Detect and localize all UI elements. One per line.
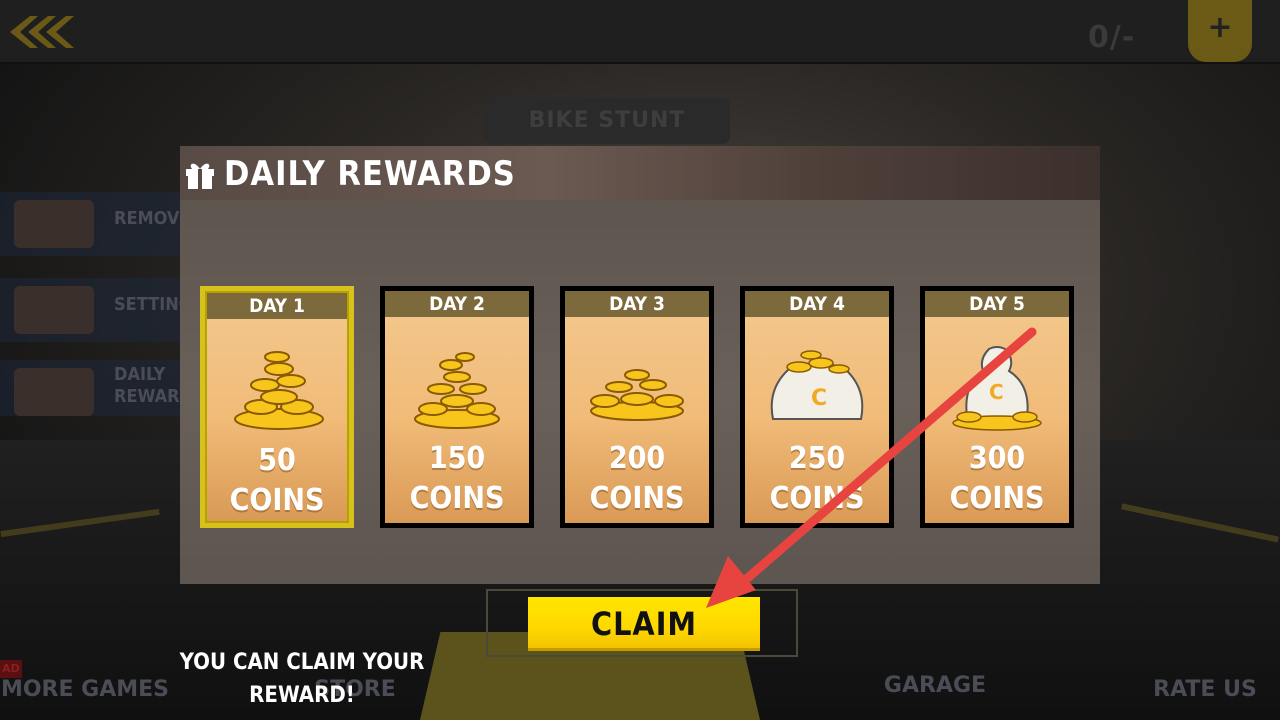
reward-card-day-2[interactable]: DAY 2 150 COINS — [380, 286, 534, 528]
settings-thumbnail — [14, 286, 94, 334]
reward-unit: COINS — [769, 481, 865, 516]
rate-us-button[interactable]: RATE US — [1130, 660, 1280, 720]
card-inner: DAY 2 150 COINS — [385, 291, 529, 523]
card-inner: DAY 1 50 COINS — [205, 291, 349, 523]
reward-card-day-5[interactable]: DAY 5 C 300 COINS — [920, 286, 1074, 528]
coin-pile-icon — [234, 351, 324, 430]
reward-unit: COINS — [589, 481, 685, 516]
day-label: DAY 2 — [385, 291, 529, 317]
reward-amount: 200 — [608, 441, 666, 476]
dialog-header: DAILY REWARDS — [180, 146, 1100, 200]
reward-unit: COINS — [949, 481, 1045, 516]
plus-icon: + — [1207, 10, 1233, 45]
svg-text:C: C — [989, 380, 1004, 404]
add-coins-button[interactable]: + — [1188, 0, 1252, 62]
coin-balance: 0/- — [1088, 20, 1136, 55]
dialog-title: DAILY REWARDS — [224, 154, 516, 194]
sidebar-item-daily-reward[interactable]: DAILY REWARD — [0, 360, 200, 416]
reward-card-day-1[interactable]: DAY 1 50 COINS — [200, 286, 354, 528]
day-label: DAY 1 — [207, 293, 347, 319]
dialog-body: DAY 1 50 COINS DAY 2 150 COINS DAY 3 200… — [180, 200, 1100, 584]
game-logo: BIKE STUNT — [484, 98, 730, 144]
reward-card-day-3[interactable]: DAY 3 200 COINS — [560, 286, 714, 528]
gift-thumbnail — [14, 368, 94, 416]
claim-message-line-2: REWARD! — [249, 683, 355, 708]
claim-message-line-1: YOU CAN CLAIM YOUR — [179, 650, 425, 675]
reward-unit: COINS — [229, 483, 325, 518]
garage-button[interactable]: GARAGE — [860, 656, 1010, 716]
sidebar-item-remove-ads[interactable]: REMOVE — [0, 192, 200, 256]
reward-amount: 150 — [428, 441, 486, 476]
day-label: DAY 4 — [745, 291, 889, 317]
reward-amount: 50 — [258, 443, 296, 478]
card-inner: DAY 5 C 300 COINS — [925, 291, 1069, 523]
card-inner: DAY 3 200 COINS — [565, 291, 709, 523]
back-arrow-icon[interactable] — [8, 12, 78, 52]
day-label: DAY 3 — [565, 291, 709, 317]
gift-icon — [186, 163, 214, 189]
reward-amount: 300 — [968, 441, 1026, 476]
card-inner: DAY 4 C 250 COINS — [745, 291, 889, 523]
day-label: DAY 5 — [925, 291, 1069, 317]
reward-card-day-4[interactable]: DAY 4 C 250 COINS — [740, 286, 894, 528]
sidebar-item-settings[interactable]: SETTING — [0, 278, 200, 342]
top-bar: 0/- + — [0, 0, 1280, 64]
claim-button[interactable]: CLAIM — [528, 597, 760, 651]
reward-amount: 250 — [788, 441, 846, 476]
more-games-button[interactable]: MORE GAMES — [0, 660, 170, 720]
coin-pile-icon — [590, 369, 684, 421]
claim-message: YOU CAN CLAIM YOUR REWARD! — [170, 646, 434, 712]
daily-rewards-dialog: DAILY REWARDS DAY 1 50 COINS DAY 2 150 C… — [180, 146, 1100, 584]
svg-text:C: C — [811, 386, 827, 411]
remove-ads-thumbnail — [14, 200, 94, 248]
coin-sack-icon: C — [952, 346, 1042, 431]
coin-pile-icon — [414, 352, 500, 429]
reward-unit: COINS — [409, 481, 505, 516]
coin-sack-icon: C — [770, 350, 864, 420]
